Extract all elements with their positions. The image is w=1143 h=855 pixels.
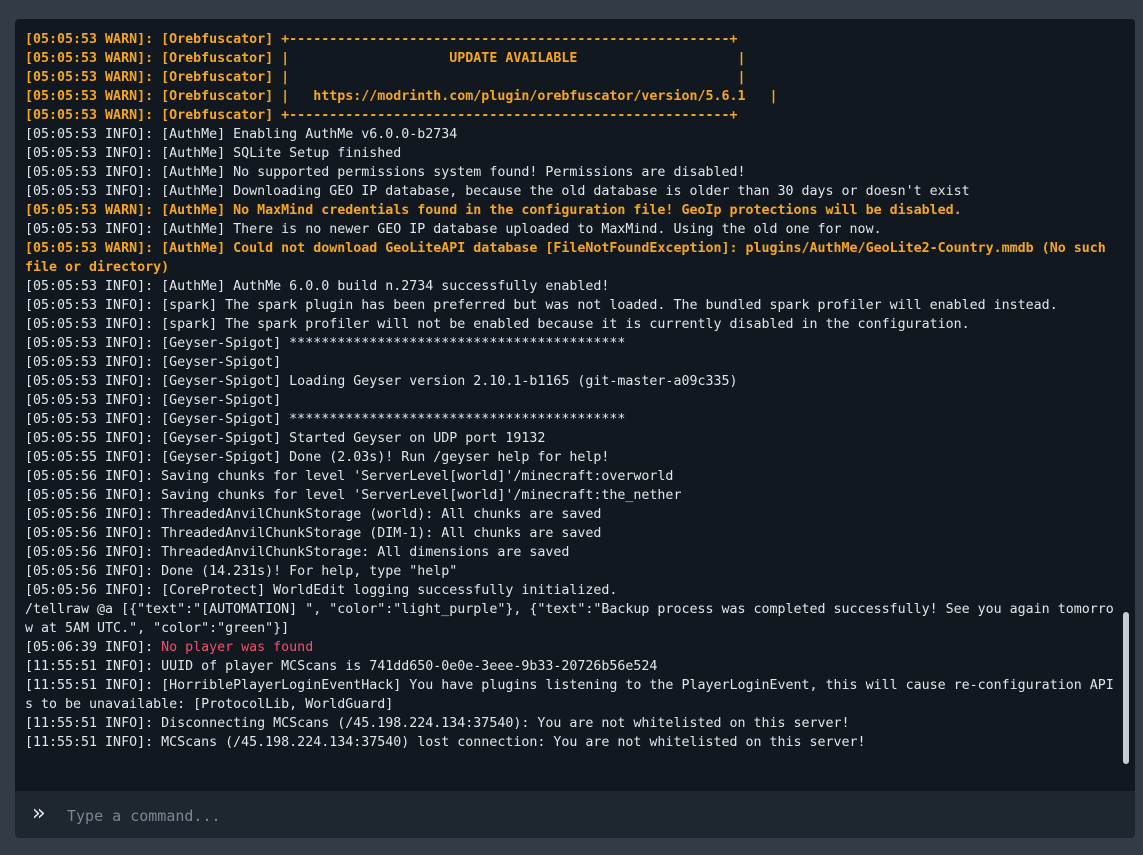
log-line: [05:05:56 INFO]: Done (14.231s)! For hel…	[25, 562, 1117, 581]
log-line-text: [05:05:53 INFO]: [AuthMe] SQLite Setup f…	[25, 146, 402, 161]
log-line: [05:05:53 WARN]: [Orebfuscator] +-------…	[25, 30, 1117, 49]
log-line-text: [05:05:56 INFO]: [CoreProtect] WorldEdit…	[25, 583, 618, 598]
chevrons-right-icon: »	[32, 801, 46, 826]
log-line: [05:05:53 WARN]: [AuthMe] Could not down…	[25, 239, 1117, 277]
log-line-text: [05:05:56 INFO]: ThreadedAnvilChunkStora…	[25, 507, 602, 522]
log-line: [05:05:53 WARN]: [Orebfuscator] +-------…	[25, 106, 1117, 125]
log-line-text: [05:05:53 INFO]: [Geyser-Spigot] Loading…	[25, 374, 738, 389]
log-line: [05:05:56 INFO]: Saving chunks for level…	[25, 486, 1117, 505]
console-scrollbar[interactable]	[1123, 612, 1129, 764]
log-line: [05:05:55 INFO]: [Geyser-Spigot] Started…	[25, 429, 1117, 448]
log-line: [05:05:53 INFO]: [AuthMe] There is no ne…	[25, 220, 1117, 239]
log-line-text: [05:05:53 WARN]: [Orebfuscator] | UPDATE…	[25, 51, 746, 66]
log-line-text: [05:05:53 INFO]: [Geyser-Spigot]	[25, 355, 282, 370]
log-line: [11:55:51 INFO]: Disconnecting MCScans (…	[25, 714, 1117, 733]
log-line: [05:05:53 INFO]: [Geyser-Spigot] Loading…	[25, 372, 1117, 391]
log-line-text: [05:05:53 WARN]: [Orebfuscator] +-------…	[25, 32, 738, 47]
log-line: [05:05:53 INFO]: [Geyser-Spigot] *******…	[25, 410, 1117, 429]
log-line-text: [05:05:53 INFO]: [AuthMe] There is no ne…	[25, 222, 882, 237]
console-output: [05:05:53 WARN]: [Orebfuscator] +-------…	[15, 19, 1135, 791]
log-line-text: [05:05:53 INFO]: [AuthMe] No supported p…	[25, 165, 746, 180]
log-line-text: [05:05:56 INFO]: Done (14.231s)! For hel…	[25, 564, 458, 579]
log-line: [05:05:53 WARN]: [Orebfuscator] | https:…	[25, 87, 1117, 106]
command-input[interactable]	[65, 801, 1119, 831]
log-line-text: [05:05:55 INFO]: [Geyser-Spigot] Done (2…	[25, 450, 610, 465]
log-line: [05:05:53 INFO]: [AuthMe] SQLite Setup f…	[25, 144, 1117, 163]
log-line: [05:05:56 INFO]: [CoreProtect] WorldEdit…	[25, 581, 1117, 600]
log-line: [11:55:51 INFO]: [HorriblePlayerLoginEve…	[25, 676, 1117, 714]
log-line: [05:05:56 INFO]: ThreadedAnvilChunkStora…	[25, 524, 1117, 543]
log-line: [05:05:55 INFO]: [Geyser-Spigot] Done (2…	[25, 448, 1117, 467]
log-line-text: [05:05:53 WARN]: [AuthMe] Could not down…	[25, 241, 1114, 275]
log-line-text: [05:05:56 INFO]: ThreadedAnvilChunkStora…	[25, 526, 602, 541]
log-line: [05:05:53 INFO]: [Geyser-Spigot]	[25, 391, 1117, 410]
log-line: [05:06:39 INFO]: No player was found	[25, 638, 1117, 657]
console-log: [05:05:53 WARN]: [Orebfuscator] +-------…	[25, 30, 1117, 752]
log-line-text: [05:05:53 INFO]: [AuthMe] AuthMe 6.0.0 b…	[25, 279, 610, 294]
log-line-text: [05:05:56 INFO]: Saving chunks for level…	[25, 488, 682, 503]
log-line: [11:55:51 INFO]: MCScans (/45.198.224.13…	[25, 733, 1117, 752]
log-line-text: [05:05:53 WARN]: [Orebfuscator] | https:…	[25, 89, 778, 104]
log-line-text: [11:55:51 INFO]: [HorriblePlayerLoginEve…	[25, 678, 1114, 712]
log-line-text: [05:06:39 INFO]:	[25, 640, 162, 655]
log-line: [05:05:53 WARN]: [Orebfuscator] | |	[25, 68, 1117, 87]
log-line-error: No player was found	[161, 640, 314, 655]
log-line: [05:05:53 INFO]: [AuthMe] Downloading GE…	[25, 182, 1117, 201]
log-line: [05:05:53 WARN]: [AuthMe] No MaxMind cre…	[25, 201, 1117, 220]
log-line: [05:05:53 INFO]: [Geyser-Spigot]	[25, 353, 1117, 372]
log-line-text: [11:55:51 INFO]: UUID of player MCScans …	[25, 659, 658, 674]
log-line-text: [05:05:53 INFO]: [Geyser-Spigot] *******…	[25, 336, 626, 351]
log-line-text: [11:55:51 INFO]: MCScans (/45.198.224.13…	[25, 735, 866, 750]
log-line: [05:05:56 INFO]: ThreadedAnvilChunkStora…	[25, 505, 1117, 524]
log-line-text: /tellraw @a [{"text":"[AUTOMATION] ", "c…	[25, 602, 1114, 636]
log-line: [05:05:56 INFO]: Saving chunks for level…	[25, 467, 1117, 486]
log-line-text: [05:05:53 INFO]: [spark] The spark plugi…	[25, 298, 1058, 313]
log-line-text: [05:05:53 INFO]: [Geyser-Spigot]	[25, 393, 282, 408]
log-line-text: [05:05:53 WARN]: [Orebfuscator] +-------…	[25, 108, 738, 123]
log-line: [05:05:53 INFO]: [spark] The spark profi…	[25, 315, 1117, 334]
log-line-text: [05:05:56 INFO]: ThreadedAnvilChunkStora…	[25, 545, 570, 560]
log-line: [05:05:53 INFO]: [AuthMe] No supported p…	[25, 163, 1117, 182]
log-line: [05:05:53 WARN]: [Orebfuscator] | UPDATE…	[25, 49, 1117, 68]
log-line: [05:05:56 INFO]: ThreadedAnvilChunkStora…	[25, 543, 1117, 562]
command-bar: »	[15, 791, 1135, 838]
log-line-text: [11:55:51 INFO]: Disconnecting MCScans (…	[25, 716, 850, 731]
log-line-text: [05:05:53 INFO]: [AuthMe] Enabling AuthM…	[25, 127, 458, 142]
log-line: [05:05:53 INFO]: [spark] The spark plugi…	[25, 296, 1117, 315]
log-line-text: [05:05:56 INFO]: Saving chunks for level…	[25, 469, 674, 484]
log-line: [11:55:51 INFO]: UUID of player MCScans …	[25, 657, 1117, 676]
log-line: [05:05:53 INFO]: [AuthMe] AuthMe 6.0.0 b…	[25, 277, 1117, 296]
log-line-text: [05:05:53 WARN]: [AuthMe] No MaxMind cre…	[25, 203, 962, 218]
log-line-text: [05:05:53 INFO]: [AuthMe] Downloading GE…	[25, 184, 970, 199]
log-line-text: [05:05:55 INFO]: [Geyser-Spigot] Started…	[25, 431, 546, 446]
log-line: [05:05:53 INFO]: [Geyser-Spigot] *******…	[25, 334, 1117, 353]
log-line-text: [05:05:53 INFO]: [spark] The spark profi…	[25, 317, 970, 332]
log-line: /tellraw @a [{"text":"[AUTOMATION] ", "c…	[25, 600, 1117, 638]
log-line-text: [05:05:53 INFO]: [Geyser-Spigot] *******…	[25, 412, 626, 427]
log-line-text: [05:05:53 WARN]: [Orebfuscator] | |	[25, 70, 746, 85]
log-line: [05:05:53 INFO]: [AuthMe] Enabling AuthM…	[25, 125, 1117, 144]
